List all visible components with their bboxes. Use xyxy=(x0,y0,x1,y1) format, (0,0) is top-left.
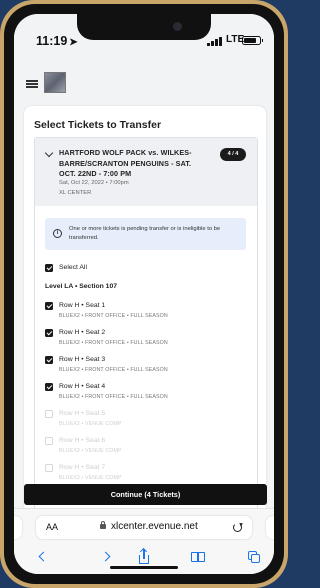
notice-text: One or more tickets is pending transfer … xyxy=(69,226,221,241)
safari-toolbar: AA xlcenter.evenue.net xyxy=(14,508,274,574)
seat-row-5: Row H • Seat 5 BLUEX2 • VENUE COMP xyxy=(35,408,257,434)
seat-description: BLUEX2 • FRONT OFFICE • FULL SEASON xyxy=(59,367,168,373)
event-title: HARTFORD WOLF PACK vs. WILKES-BARRE/SCRA… xyxy=(59,148,192,178)
ticket-count-badge: 4 / 4 xyxy=(220,148,246,161)
event-venue: XL CENTER xyxy=(59,190,92,196)
back-icon[interactable] xyxy=(34,549,50,565)
transfer-card: Select Tickets to Transfer HARTFORD WOLF… xyxy=(24,106,266,526)
seat-name: Row H • Seat 3 xyxy=(59,356,106,363)
seat-checkbox[interactable] xyxy=(45,329,53,337)
phone-frame: 11:19 ➤ LTE Select Tickets to Transfer HA… xyxy=(0,0,288,588)
status-time: 11:19 ➤ xyxy=(36,34,78,48)
share-icon[interactable] xyxy=(136,549,152,565)
chevron-down-icon[interactable] xyxy=(44,148,54,158)
reader-aa-button[interactable]: AA xyxy=(46,522,58,532)
select-all-label: Select All xyxy=(59,264,87,271)
seat-row-3[interactable]: Row H • Seat 3 BLUEX2 • FRONT OFFICE • F… xyxy=(35,354,257,380)
seat-description: BLUEX2 • VENUE COMP xyxy=(59,421,122,427)
seat-name: Row H • Seat 1 xyxy=(59,302,106,309)
event-panel: HARTFORD WOLF PACK vs. WILKES-BARRE/SCRA… xyxy=(34,137,258,526)
address-bar[interactable]: AA xlcenter.evenue.net xyxy=(36,516,252,539)
seat-row-1[interactable]: Row H • Seat 1 BLUEX2 • FRONT OFFICE • F… xyxy=(35,300,257,326)
section-label: Level LA • Section 107 xyxy=(45,283,118,290)
seat-checkbox[interactable] xyxy=(45,302,53,310)
app-header xyxy=(14,60,274,102)
seat-name: Row H • Seat 6 xyxy=(59,437,106,444)
seat-row-4[interactable]: Row H • Seat 4 BLUEX2 • FRONT OFFICE • F… xyxy=(35,381,257,407)
seat-checkbox[interactable] xyxy=(45,383,53,391)
seat-row-6: Row H • Seat 6 BLUEX2 • VENUE COMP xyxy=(35,435,257,461)
seat-checkbox-disabled xyxy=(45,437,53,445)
pending-transfer-notice: i One or more tickets is pending transfe… xyxy=(45,218,246,250)
seat-checkbox[interactable] xyxy=(45,356,53,364)
signal-icon xyxy=(207,36,222,46)
phone-screen: 11:19 ➤ LTE Select Tickets to Transfer HA… xyxy=(14,14,274,574)
hamburger-icon[interactable] xyxy=(26,80,38,88)
tabs-icon[interactable] xyxy=(246,549,262,565)
seat-name: Row H • Seat 7 xyxy=(59,464,106,471)
lock-icon xyxy=(100,521,106,529)
seat-checkbox-disabled xyxy=(45,410,53,418)
event-date: Sat, Oct 22, 2022 • 7:00pm xyxy=(59,180,129,186)
team-logo[interactable] xyxy=(44,72,66,93)
seat-description: BLUEX2 • FRONT OFFICE • FULL SEASON xyxy=(59,394,168,400)
seat-description: BLUEX2 • VENUE COMP xyxy=(59,448,122,454)
event-header[interactable]: HARTFORD WOLF PACK vs. WILKES-BARRE/SCRA… xyxy=(35,138,257,206)
seat-description: BLUEX2 • FRONT OFFICE • FULL SEASON xyxy=(59,340,168,346)
aa-label: AA xyxy=(46,522,59,532)
home-indicator xyxy=(110,566,178,569)
seat-row-2[interactable]: Row H • Seat 2 BLUEX2 • FRONT OFFICE • F… xyxy=(35,327,257,353)
next-tab-edge[interactable] xyxy=(266,516,274,539)
continue-button[interactable]: Continue (4 Tickets) xyxy=(24,484,267,505)
camera-icon xyxy=(173,22,182,31)
seat-name: Row H • Seat 5 xyxy=(59,410,106,417)
battery-icon xyxy=(242,36,263,45)
bookmarks-icon[interactable] xyxy=(190,549,206,565)
info-icon: i xyxy=(53,229,62,238)
notch xyxy=(77,14,211,40)
seat-name: Row H • Seat 4 xyxy=(59,383,106,390)
reload-icon[interactable] xyxy=(233,523,242,532)
seat-description: BLUEX2 • FRONT OFFICE • FULL SEASON xyxy=(59,313,168,319)
url-text[interactable]: xlcenter.evenue.net xyxy=(111,521,198,532)
select-all-checkbox[interactable] xyxy=(45,264,53,272)
location-arrow-icon: ➤ xyxy=(69,37,78,48)
page-title: Select Tickets to Transfer xyxy=(34,119,162,131)
forward-icon[interactable] xyxy=(100,549,116,565)
seat-checkbox-disabled xyxy=(45,464,53,472)
seat-description: BLUEX2 • VENUE COMP xyxy=(59,475,122,481)
status-time-text: 11:19 xyxy=(36,34,68,48)
seat-name: Row H • Seat 2 xyxy=(59,329,106,336)
previous-tab-edge[interactable] xyxy=(14,516,22,539)
